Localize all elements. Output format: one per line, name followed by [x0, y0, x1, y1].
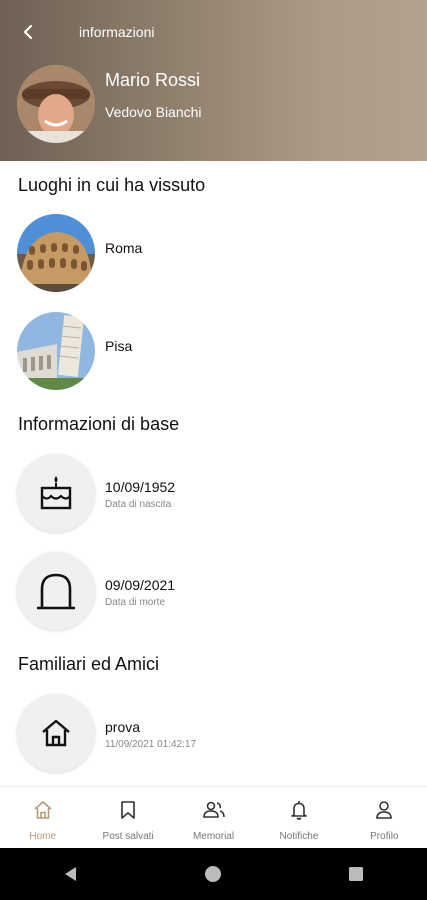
place-label: Pisa — [105, 338, 133, 354]
death-date: 09/09/2021 — [105, 577, 176, 593]
system-back-button[interactable] — [41, 854, 101, 894]
death-date-item: 09/09/2021 Data di morte — [17, 552, 397, 632]
places-section-title: Luoghi in cui ha vissuto — [18, 175, 206, 195]
family-item[interactable]: prova 11/09/2021 01:42:17 — [17, 694, 397, 774]
profile-subtitle: Vedovo Bianchi — [105, 104, 202, 120]
birth-date-item: 10/09/1952 Data di nascita — [17, 454, 397, 534]
house-icon — [42, 719, 70, 747]
birth-date: 10/09/1952 — [105, 479, 176, 495]
back-button[interactable] — [14, 18, 42, 46]
family-item-label: prova — [105, 719, 141, 735]
roma-image — [17, 214, 95, 292]
basic-info-section-title: Informazioni di base — [18, 414, 180, 434]
nav-memorial-label: Memorial — [192, 831, 235, 842]
nav-home[interactable]: Home — [0, 787, 85, 849]
home-icon — [34, 801, 52, 819]
death-date-caption: Data di morte — [105, 597, 166, 608]
profile-header: informazioni Mario Rossi Vedovo Bianchi — [0, 0, 427, 161]
pisa-image — [17, 312, 95, 390]
avatar — [17, 65, 95, 143]
circle-home-icon — [205, 866, 222, 882]
birthday-cake-icon-circle — [17, 454, 95, 532]
tombstone-icon-circle — [17, 552, 95, 630]
bell-icon — [291, 801, 307, 820]
home-icon-circle — [17, 694, 95, 772]
nav-saved-posts[interactable]: Post salvati — [85, 787, 170, 849]
system-recents-button[interactable] — [326, 854, 386, 894]
bottom-navigation: Home Post salvati Memorial Notifiche Pro… — [0, 786, 427, 849]
person-icon — [376, 801, 393, 819]
page-title: informazioni — [79, 24, 155, 40]
family-item-timestamp: 11/09/2021 01:42:17 — [105, 739, 197, 750]
birth-date-caption: Data di nascita — [105, 499, 172, 510]
nav-home-label: Home — [29, 831, 57, 842]
people-icon — [202, 801, 225, 818]
place-item-pisa[interactable]: Pisa — [17, 312, 397, 392]
nav-profile-label: Profilo — [370, 831, 399, 842]
back-arrow-icon — [23, 24, 33, 40]
triangle-back-icon — [65, 867, 77, 881]
profile-name: Mario Rossi — [105, 70, 201, 90]
cake-icon — [40, 476, 72, 510]
nav-saved-posts-label: Post salvati — [102, 831, 154, 842]
bookmark-icon — [121, 801, 135, 819]
nav-notifications-label: Notifiche — [279, 831, 319, 842]
place-label: Roma — [105, 240, 143, 256]
nav-notifications[interactable]: Notifiche — [256, 787, 341, 849]
place-item-roma[interactable]: Roma — [17, 214, 397, 294]
nav-memorial[interactable]: Memorial — [171, 787, 256, 849]
system-home-button[interactable] — [183, 854, 243, 894]
square-recents-icon — [348, 867, 363, 881]
family-section-title: Familiari ed Amici — [18, 654, 160, 674]
system-navigation-bar — [0, 848, 427, 900]
nav-profile[interactable]: Profilo — [342, 787, 427, 849]
tombstone-icon — [37, 573, 75, 610]
